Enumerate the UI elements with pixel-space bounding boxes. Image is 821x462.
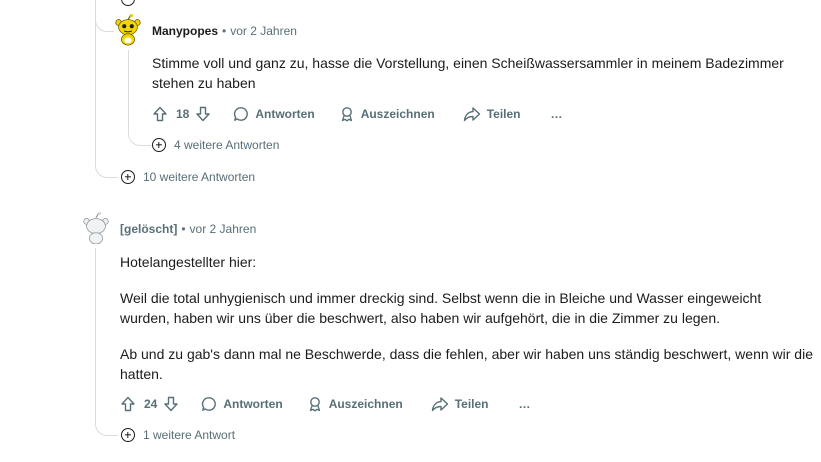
plus-circle-icon <box>121 428 135 442</box>
award-icon <box>341 107 352 122</box>
upvote-button[interactable] <box>120 396 136 412</box>
comment-actions: 24 Antworten Auszeichnen Teilen … <box>120 394 531 414</box>
author-name[interactable]: Manypopes <box>152 24 218 38</box>
award-label: Auszeichnen <box>360 107 435 121</box>
comment-meta: [gelöscht] • vor 2 Jahren <box>120 222 256 236</box>
comment-paragraph: Hotelangestellter hier: <box>120 254 257 270</box>
upvote-icon <box>153 106 167 122</box>
collapse-icon-partial[interactable] <box>121 0 135 6</box>
more-options-icon: … <box>518 397 531 411</box>
share-button[interactable]: Teilen <box>431 396 489 412</box>
comment-paragraph: Weil die total unhygienisch und immer dr… <box>120 290 762 326</box>
comment-body: Stimme voll und ganz zu, hasse die Vorst… <box>152 55 784 91</box>
more-replies-label: 4 weitere Antworten <box>174 138 280 152</box>
upvote-button[interactable] <box>152 106 168 122</box>
more-replies-label: 10 weitere Antworten <box>143 170 256 184</box>
author-name: [gelöscht] <box>120 222 178 236</box>
timestamp[interactable]: vor 2 Jahren <box>230 24 297 38</box>
share-label: Teilen <box>454 397 489 411</box>
thread-curve-outer <box>95 160 118 178</box>
reply-button[interactable]: Antworten <box>233 106 315 122</box>
vote-score: 24 <box>144 397 158 411</box>
share-label: Teilen <box>486 107 521 121</box>
vote-score: 18 <box>176 107 190 121</box>
plus-circle-icon <box>121 170 135 184</box>
plus-circle-icon <box>152 138 166 152</box>
thread-line-reply <box>128 50 129 130</box>
meta-separator: • <box>222 24 227 38</box>
reply-label: Antworten <box>223 397 283 411</box>
share-icon <box>431 397 448 412</box>
thread-curve-deleted <box>95 417 118 436</box>
reply-label: Antworten <box>255 107 315 121</box>
avatar-deleted-icon <box>83 212 109 244</box>
share-icon <box>463 107 480 122</box>
reply-button[interactable]: Antworten <box>201 396 283 412</box>
downvote-button[interactable] <box>195 106 211 122</box>
award-label: Auszeichnen <box>328 397 403 411</box>
comment-meta: Manypopes • vor 2 Jahren <box>152 24 297 38</box>
more-options-button[interactable]: … <box>551 107 563 121</box>
more-replies-link[interactable]: 1 weitere Antwort <box>121 428 235 442</box>
downvote-icon <box>164 396 179 412</box>
avatar-snoo-icon[interactable] <box>112 14 144 46</box>
comment-icon <box>202 397 217 411</box>
more-replies-link[interactable]: 4 weitere Antworten <box>152 138 279 152</box>
more-options-icon: … <box>550 107 563 121</box>
award-button[interactable]: Auszeichnen <box>307 396 403 412</box>
comment-paragraph: Ab und zu gab's dann mal ne Beschwerde, … <box>120 346 813 382</box>
meta-separator: • <box>181 222 186 236</box>
comment-icon <box>234 107 249 121</box>
award-icon <box>309 397 320 412</box>
more-replies-label: 1 weitere Antwort <box>143 428 236 442</box>
timestamp[interactable]: vor 2 Jahren <box>190 222 257 236</box>
downvote-icon <box>196 106 211 122</box>
parent-more-replies-link[interactable]: 10 weitere Antworten <box>121 170 255 184</box>
more-options-button[interactable]: … <box>519 397 531 411</box>
downvote-button[interactable] <box>163 396 179 412</box>
award-button[interactable]: Auszeichnen <box>339 106 435 122</box>
thread-curve-reply <box>128 128 151 146</box>
upvote-icon <box>121 396 135 412</box>
thread-line-deleted <box>95 248 96 418</box>
comment-actions: 18 Antworten Auszeichnen Teilen … <box>152 104 563 124</box>
share-button[interactable]: Teilen <box>463 106 521 122</box>
